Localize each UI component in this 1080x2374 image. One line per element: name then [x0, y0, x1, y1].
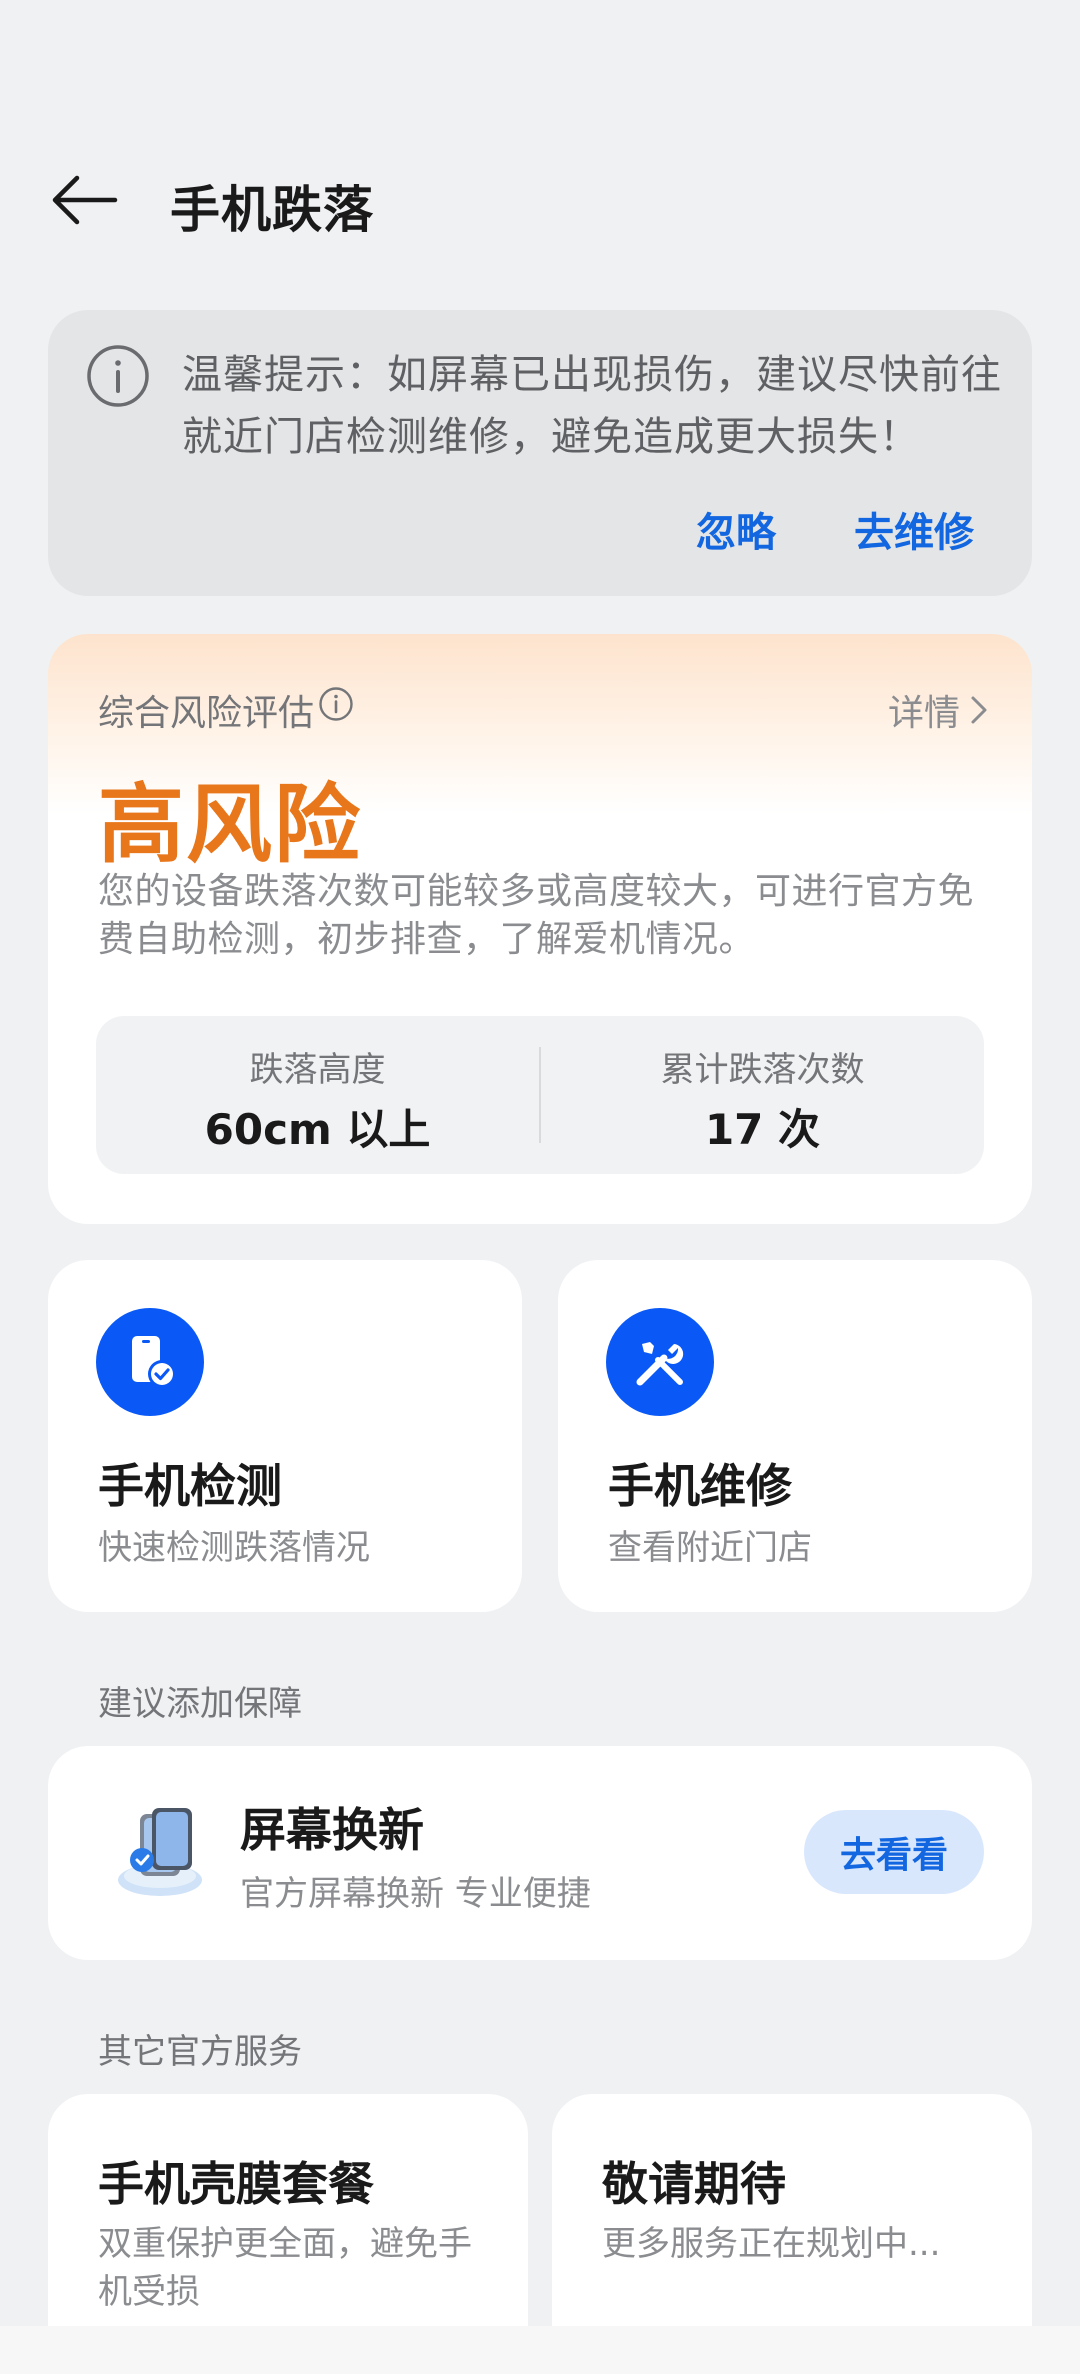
risk-label: 综合风险评估	[98, 693, 315, 734]
page-title: 手机跌落	[170, 181, 374, 239]
phone-check-icon	[96, 1308, 204, 1416]
fall-stats: 跌落高度 60cm 以上 累计跌落次数 17 次	[96, 1016, 984, 1174]
risk-assessment-card: 综合风险评估 详情 高风险 您的设备跌落次数可能较多或高度较大，可进行官方免费自…	[48, 634, 1032, 1224]
risk-detail-label: 详情	[887, 693, 960, 734]
risk-description: 您的设备跌落次数可能较多或高度较大，可进行官方免费自助检测，初步排查，了解爱机情…	[98, 871, 975, 960]
back-button[interactable]	[44, 168, 124, 232]
stat-fall-count: 累计跌落次数 17 次	[541, 1016, 984, 1174]
action-subtitle: 快速检测跌落情况	[98, 1528, 370, 1568]
action-subtitle: 查看附近门店	[608, 1528, 812, 1568]
services-section-title: 其它官方服务	[98, 2032, 302, 2072]
info-icon	[87, 345, 149, 407]
rec-subtitle: 官方屏幕换新 专业便捷	[240, 1874, 591, 1914]
back-arrow-icon	[52, 175, 118, 225]
recommend-section-title: 建议添加保障	[98, 1684, 302, 1724]
risk-detail-link[interactable]: 详情	[888, 684, 988, 736]
app-header: 手机跌落	[0, 150, 1080, 250]
stat-value: 60cm 以上	[204, 1105, 431, 1154]
service-subtitle: 双重保护更全面，避免手机受损	[98, 2224, 472, 2312]
stat-fall-height: 跌落高度 60cm 以上	[96, 1016, 539, 1174]
bottom-bar	[0, 2326, 1080, 2374]
risk-info-icon[interactable]	[318, 686, 354, 722]
tip-text: 温馨提示：如屏幕已出现损伤，建议尽快前往就近门店检测维修，避免造成更大损失！	[182, 352, 1002, 460]
screen-replacement-icon	[118, 1808, 202, 1896]
rec-title: 屏幕换新	[240, 1803, 424, 1857]
service-title: 手机壳膜套餐	[98, 2157, 374, 2211]
phone-repair-card[interactable]: 手机维修 查看附近门店	[558, 1260, 1032, 1612]
action-title: 手机检测	[98, 1459, 282, 1513]
page: 手机跌落 温馨提示：如屏幕已出现损伤，建议尽快前往就近门店检测维修，避免造成更大…	[0, 0, 1080, 2374]
stat-value: 17 次	[704, 1105, 821, 1154]
service-subtitle: 更多服务正在规划中...	[602, 2224, 941, 2264]
stat-label: 累计跌落次数	[660, 1050, 865, 1090]
phone-check-card[interactable]: 手机检测 快速检测跌落情况	[48, 1260, 522, 1612]
wrench-screwdriver-icon	[606, 1308, 714, 1416]
chevron-right-icon	[971, 696, 987, 724]
stat-label: 跌落高度	[249, 1050, 386, 1090]
ignore-button[interactable]: 忽略	[696, 500, 776, 558]
tip-card: 温馨提示：如屏幕已出现损伤，建议尽快前往就近门店检测维修，避免造成更大损失！ 忽…	[48, 310, 1032, 596]
screen-replacement-card[interactable]: 屏幕换新 官方屏幕换新 专业便捷 去看看	[48, 1746, 1032, 1960]
action-title: 手机维修	[608, 1459, 792, 1513]
go-see-button[interactable]: 去看看	[804, 1810, 984, 1894]
service-title: 敬请期待	[602, 2157, 786, 2211]
go-repair-button[interactable]: 去维修	[854, 500, 974, 558]
risk-level: 高风险	[98, 775, 362, 875]
